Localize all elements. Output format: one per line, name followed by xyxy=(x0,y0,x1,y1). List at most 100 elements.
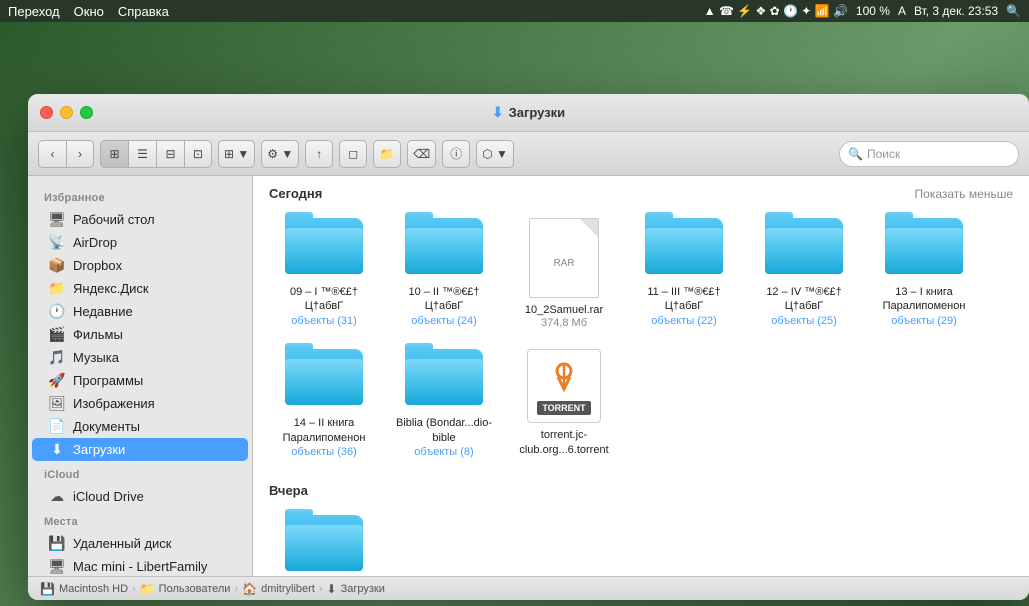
maximize-button[interactable] xyxy=(80,106,93,119)
sidebar-item-images[interactable]: 🖼 Изображения xyxy=(32,392,248,415)
folder-icon-f4 xyxy=(645,218,723,280)
file-subtitle-f2: объекты (24) xyxy=(411,315,477,327)
sidebar-item-downloads[interactable]: ⬇ Загрузки xyxy=(32,438,248,461)
breadcrumb-user-label: dmitrylibert xyxy=(261,583,315,595)
nav-group: ‹ › xyxy=(38,140,94,168)
file-item-f9[interactable]: TORRENT torrent.jc-club.org...6.torrent xyxy=(509,344,619,463)
delete-button[interactable]: ⌫ xyxy=(407,140,436,168)
breadcrumb-user[interactable]: 🏠 dmitrylibert xyxy=(242,582,315,596)
window-title-text: Загрузки xyxy=(509,105,566,120)
file-item-f5[interactable]: 12 – IV ™®€£† Ц†абвГ объекты (25) xyxy=(749,213,859,334)
programs-icon: 🚀 xyxy=(48,372,66,389)
sidebar-item-music[interactable]: 🎵 Музыка xyxy=(32,346,248,369)
file-item-f7[interactable]: 14 – II книга Паралипоменон объекты (36) xyxy=(269,344,379,463)
search-box[interactable]: 🔍 Поиск xyxy=(839,141,1019,167)
file-area: Сегодня Показать меньше 09 – I ™®€£† Ц†а… xyxy=(253,176,1029,576)
user-home-icon: 🏠 xyxy=(242,582,257,596)
file-item-f1[interactable]: 09 – I ™®€£† Ц†абвГ объекты (31) xyxy=(269,213,379,334)
file-name-f6: 13 – I книга Паралипоменон xyxy=(874,285,974,314)
sidebar-item-yandex[interactable]: 📁 Яндекс.Диск xyxy=(32,277,248,300)
sidebar-label-images: Изображения xyxy=(73,396,155,411)
file-item-fy1[interactable] xyxy=(269,510,379,576)
yesterday-section-header: Вчера xyxy=(269,483,1013,498)
sidebar-item-icloud-drive[interactable]: ☁ iCloud Drive xyxy=(32,485,248,508)
window-title: ⬇ Загрузки xyxy=(492,104,565,121)
breadcrumb-hd[interactable]: 💾 Macintosh HD xyxy=(40,582,128,596)
file-item-f3[interactable]: RAR 10_2Samuel.rar 374,8 Мб xyxy=(509,213,619,334)
dropbox-button[interactable]: ⬡ ▼ xyxy=(476,140,514,168)
sidebar-item-desktop[interactable]: 🖥 Рабочий стол xyxy=(32,208,248,231)
images-icon: 🖼 xyxy=(48,395,66,412)
breadcrumb-downloads[interactable]: ⬇ Загрузки xyxy=(327,582,385,596)
sidebar-item-movies[interactable]: 🎬 Фильмы xyxy=(32,323,248,346)
airdrop-icon: 📡 xyxy=(48,234,66,251)
menu-okno[interactable]: Окно xyxy=(74,4,104,19)
file-item-f8[interactable]: Biblia (Bondar...dio-bible объекты (8) xyxy=(389,344,499,463)
sidebar-item-recent[interactable]: 🕐 Недавние xyxy=(32,300,248,323)
file-name-f7: 14 – II книга Паралипоменон xyxy=(274,416,374,445)
sidebar-section-favorites: Избранное 🖥 Рабочий стол 📡 AirDrop 📦 Dro… xyxy=(28,184,252,461)
view-icon-button[interactable]: ⊞ xyxy=(100,140,128,168)
action-button[interactable]: ⚙ ▼ xyxy=(261,140,299,168)
file-subtitle-f1: объекты (31) xyxy=(291,315,357,327)
dropbox-sidebar-icon: 📦 xyxy=(48,257,66,274)
folder-icon-f1 xyxy=(285,218,363,280)
sidebar-label-movies: Фильмы xyxy=(73,327,123,342)
sidebar-item-macmini[interactable]: 🖥 Mac mini - LibertFamily xyxy=(32,555,248,576)
folder-icon-f2 xyxy=(405,218,483,280)
view-cover-button[interactable]: ⊡ xyxy=(184,140,212,168)
sidebar-item-dropbox[interactable]: 📦 Dropbox xyxy=(32,254,248,277)
sidebar-item-documents[interactable]: 📄 Документы xyxy=(32,415,248,438)
folder-icon-f7 xyxy=(285,349,363,411)
yesterday-section-title: Вчера xyxy=(269,483,308,498)
sidebar-item-airdrop[interactable]: 📡 AirDrop xyxy=(32,231,248,254)
sidebar-label-dropbox: Dropbox xyxy=(73,258,122,273)
file-name-f8: Biblia (Bondar...dio-bible xyxy=(394,416,494,445)
forward-button[interactable]: › xyxy=(66,140,94,168)
folder-icon-fy1 xyxy=(285,515,363,576)
today-toggle[interactable]: Показать меньше xyxy=(915,187,1013,201)
desktop-icon: 🖥 xyxy=(48,211,66,228)
desktop: ⬇ Загрузки ‹ › ⊞ ☰ ⊟ ⊡ ⊞ ▼ ⚙ ▼ ↑ ◻ 📁 ⌫ ⓘ… xyxy=(0,22,1029,606)
close-button[interactable] xyxy=(40,106,53,119)
tag-button[interactable]: ◻ xyxy=(339,140,367,168)
sidebar-label-yandex: Яндекс.Диск xyxy=(73,281,149,296)
breadcrumb-downloads-label: Загрузки xyxy=(341,583,385,595)
sidebar-label-music: Музыка xyxy=(73,350,119,365)
file-item-f4[interactable]: 11 – III ™®€£† Ц†абвГ объекты (22) xyxy=(629,213,739,334)
sidebar-section-icloud: iCloud ☁ iCloud Drive xyxy=(28,461,252,508)
file-item-f2[interactable]: 10 – II ™®€£† Ц†абвГ объекты (24) xyxy=(389,213,499,334)
breadcrumb-users[interactable]: 📁 Пользователи xyxy=(140,582,231,596)
downloads-icon: ⬇ xyxy=(48,441,66,458)
users-folder-icon: 📁 xyxy=(140,582,155,596)
back-button[interactable]: ‹ xyxy=(38,140,66,168)
menubar-search-icon[interactable]: 🔍 xyxy=(1006,4,1021,18)
movies-icon: 🎬 xyxy=(48,326,66,343)
sidebar-item-remote-disk[interactable]: 💾 Удаленный диск xyxy=(32,532,248,555)
file-item-f6[interactable]: 13 – I книга Паралипоменон объекты (29) xyxy=(869,213,979,334)
file-name-f4: 11 – III ™®€£† Ц†абвГ xyxy=(634,285,734,314)
file-subtitle-f7: объекты (36) xyxy=(291,446,357,458)
view-list-button[interactable]: ☰ xyxy=(128,140,156,168)
view-col-button[interactable]: ⊟ xyxy=(156,140,184,168)
new-folder-button[interactable]: 📁 xyxy=(373,140,401,168)
menu-spravka[interactable]: Справка xyxy=(118,4,169,19)
file-subtitle-f8: объекты (8) xyxy=(414,446,473,458)
minimize-button[interactable] xyxy=(60,106,73,119)
folder-icon-f6 xyxy=(885,218,963,280)
yesterday-file-grid xyxy=(269,510,1013,576)
file-name-f1: 09 – I ™®€£† Ц†абвГ xyxy=(274,285,374,314)
menu-perekhod[interactable]: Переход xyxy=(8,4,60,19)
share-button[interactable]: ↑ xyxy=(305,140,333,168)
menubar-icons: ▲ ☎ ⚡ ❖ ✿ 🕐 ✦ 📶 🔊 xyxy=(704,4,848,18)
rar-file-icon: RAR xyxy=(529,218,599,298)
sidebar-item-programs[interactable]: 🚀 Программы xyxy=(32,369,248,392)
breadcrumb-sep-2: › xyxy=(234,583,238,595)
sidebar-label-icloud-drive: iCloud Drive xyxy=(73,489,144,504)
file-name-f2: 10 – II ™®€£† Ц†абвГ xyxy=(394,285,494,314)
view-group-button[interactable]: ⊞ ▼ xyxy=(218,140,255,168)
menubar-datetime: Вт, 3 дек. 23:53 xyxy=(914,4,998,18)
search-placeholder: Поиск xyxy=(867,147,900,161)
traffic-lights xyxy=(40,106,93,119)
info-button[interactable]: ⓘ xyxy=(442,140,470,168)
